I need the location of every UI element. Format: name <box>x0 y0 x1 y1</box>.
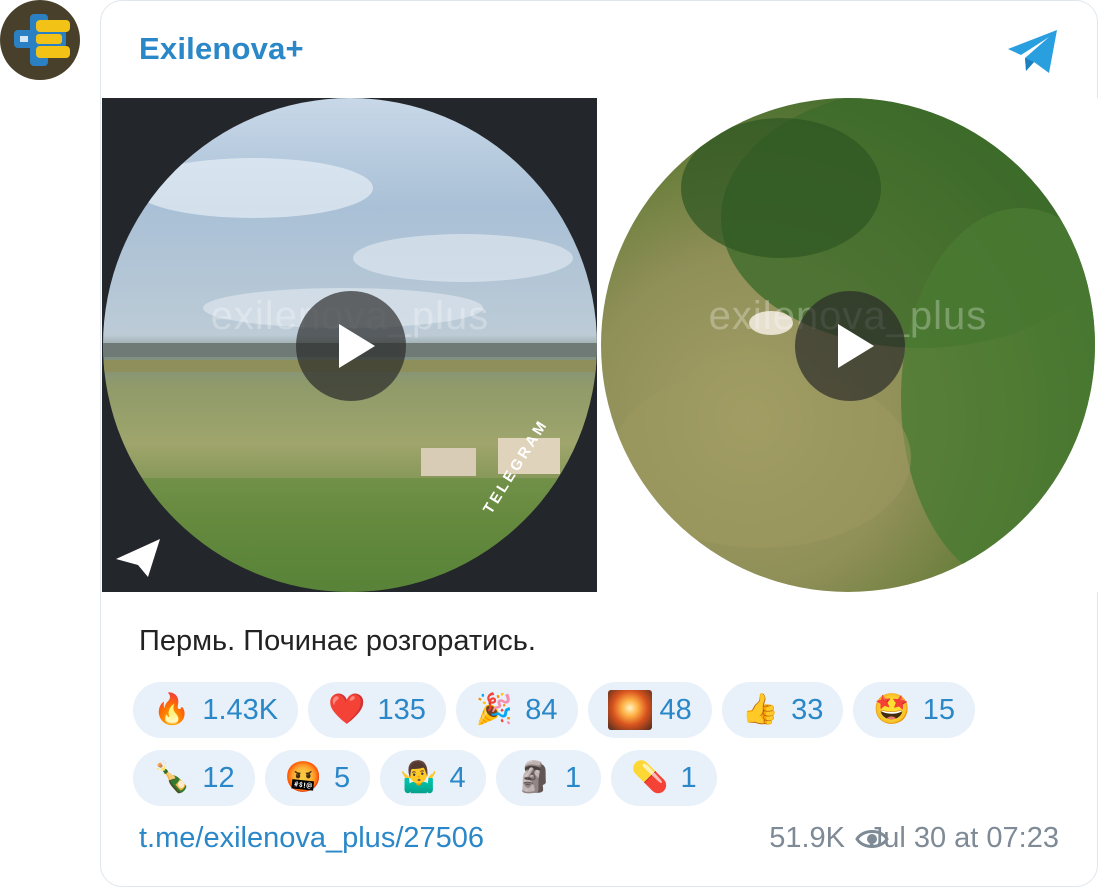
video-thumbnail-right[interactable]: exilenova_plus <box>601 98 1098 592</box>
reaction-count: 1 <box>680 761 697 794</box>
play-button[interactable] <box>296 291 406 401</box>
video-frame-field: exilenova_plus <box>103 98 597 592</box>
reaction-heart[interactable]: ❤️ 135 <box>308 682 446 738</box>
channel-avatar[interactable] <box>0 0 80 80</box>
video-frame-bushes: exilenova_plus <box>601 98 1095 592</box>
reaction-pill[interactable]: 💊 1 <box>611 750 717 806</box>
shrug-icon: 🤷‍♂️ <box>400 761 438 794</box>
champagne-icon: 🍾 <box>153 761 191 794</box>
heart-icon: ❤️ <box>328 693 366 726</box>
reaction-count: 12 <box>202 761 235 794</box>
video-thumbnail-left[interactable]: exilenova_plus TELEGRAM <box>102 98 597 592</box>
explosion-icon <box>607 690 652 730</box>
post-date: Jul 30 at 07:23 <box>868 822 1059 854</box>
reaction-count: 135 <box>377 693 426 726</box>
channel-name[interactable]: Exilenova+ <box>139 31 304 67</box>
thumbs-up-icon: 👍 <box>741 693 780 726</box>
channel-logo-icon <box>14 14 70 66</box>
reaction-count: 48 <box>659 693 692 726</box>
reaction-count: 1 <box>564 761 582 794</box>
reactions-bar: 🔥 1.43K ❤️ 135 🎉 84 48 👍 33 🤩 15 🍾 12 🤬 … <box>133 682 1053 818</box>
reaction-star-struck[interactable]: 🤩 15 <box>853 682 976 738</box>
moai-icon: 🗿 <box>515 761 553 794</box>
telegram-watermark-icon <box>116 539 160 577</box>
telegram-icon[interactable] <box>1005 27 1061 77</box>
reaction-explosion[interactable]: 48 <box>587 682 712 738</box>
reaction-party[interactable]: 🎉 84 <box>455 682 578 738</box>
play-button[interactable] <box>795 291 905 401</box>
party-popper-icon: 🎉 <box>475 693 514 726</box>
pill-icon: 💊 <box>631 761 669 794</box>
reaction-count: 33 <box>791 693 824 726</box>
reaction-fire[interactable]: 🔥 1.43K <box>133 682 299 738</box>
reaction-moai[interactable]: 🗿 1 <box>495 750 602 806</box>
reaction-count: 5 <box>333 761 351 794</box>
reaction-thumbs-up[interactable]: 👍 33 <box>721 682 844 738</box>
reaction-count: 84 <box>525 693 558 726</box>
reaction-count: 1.43K <box>202 693 279 726</box>
post-caption: Пермь. Починає розгоратись. <box>139 625 536 657</box>
reaction-count: 15 <box>922 693 956 726</box>
post-card: Exilenova+ exilenova_plus TELEGRAM <box>100 0 1098 887</box>
reaction-count: 4 <box>449 761 466 794</box>
post-link[interactable]: t.me/exilenova_plus/27506 <box>139 822 484 855</box>
fire-icon: 🔥 <box>153 693 191 726</box>
view-count-value: 51.9K <box>769 822 845 854</box>
reaction-champagne[interactable]: 🍾 12 <box>133 750 255 806</box>
cursing-face-icon: 🤬 <box>284 761 322 794</box>
reaction-cursing[interactable]: 🤬 5 <box>264 750 371 806</box>
reaction-shrug[interactable]: 🤷‍♂️ 4 <box>380 750 486 806</box>
star-struck-icon: 🤩 <box>873 693 911 726</box>
